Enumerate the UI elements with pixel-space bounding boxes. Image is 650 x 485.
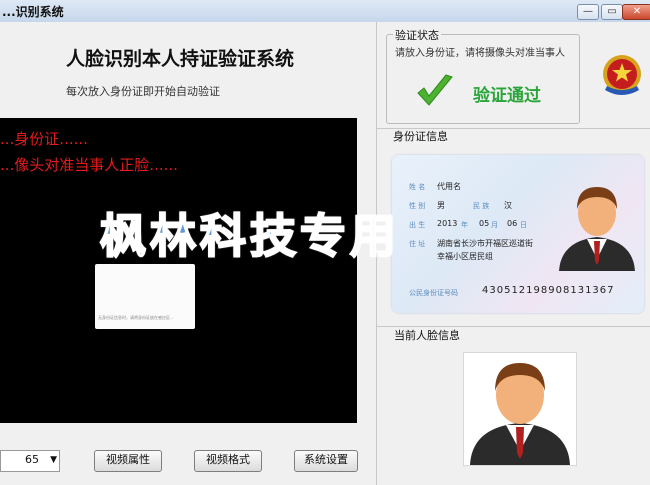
face-section-label: 当前人脸信息 (394, 329, 460, 342)
watermark: 枫林科技专用 (99, 208, 400, 264)
birth-day: 06 (507, 219, 518, 228)
minimize-button[interactable]: — (577, 4, 599, 20)
ethnicity-value: 汉 (504, 201, 512, 210)
maximize-button[interactable]: ▭ (601, 4, 623, 20)
police-emblem-icon (603, 55, 641, 95)
camera-select[interactable]: 65 ▼ (0, 450, 60, 472)
day-unit: 日 (520, 221, 527, 229)
name-value: 代用名 (437, 182, 461, 191)
title-bar: ...识别系统 — ▭ ✕ (0, 0, 650, 23)
id-number-label: 公民身份证号码 (409, 289, 458, 297)
verification-result: 验证通过 (473, 86, 541, 106)
status-message: 请放入身份证，请将摄像头对准当事人 (395, 48, 565, 59)
status-group-label: 验证状态 (393, 27, 441, 43)
window-title: ...识别系统 (2, 5, 64, 19)
page-title: 人脸识别本人持证验证系统 (65, 48, 294, 70)
check-icon (417, 74, 453, 106)
video-properties-button[interactable]: 视频属性 (94, 450, 162, 472)
card-small-text: 无身份证信息时，请将身份证放在感应区... (98, 315, 174, 320)
birth-month: 05 (479, 219, 490, 228)
close-button[interactable]: ✕ (622, 4, 650, 20)
id-number-value: 430512198908131367 (482, 285, 615, 296)
id-card-in-frame: 无身份证信息时，请将身份证放在感应区... (95, 264, 195, 329)
address-line-2: 幸福小区居民组 (437, 252, 493, 261)
current-face-image (463, 352, 577, 466)
gender-label: 性 别 (409, 202, 426, 210)
gender-value: 男 (437, 201, 445, 210)
year-unit: 年 (461, 221, 468, 229)
address-label: 住 址 (409, 240, 426, 248)
page-subtitle: 每次放入身份证即开始自动验证 (66, 85, 220, 98)
camera-preview: ...身份证...... ...像头对准当事人正脸...... 无身份证信息时，… (0, 118, 357, 423)
chevron-down-icon: ▼ (50, 455, 57, 465)
prompt-line-1: ...身份证...... (0, 130, 88, 148)
video-format-button[interactable]: 视频格式 (194, 450, 262, 472)
month-unit: 月 (491, 221, 498, 229)
address-line-1: 湖南省长沙市开福区巡道街 (437, 239, 533, 248)
id-photo-avatar-icon (559, 187, 635, 271)
prompt-line-2: ...像头对准当事人正脸...... (0, 156, 178, 174)
verification-status-group: 验证状态 请放入身份证，请将摄像头对准当事人 验证通过 (386, 27, 580, 124)
id-card: 姓 名 代用名 性 别 男 民 族 汉 出 生 2013 年 05 月 06 日… (392, 155, 644, 313)
system-settings-button[interactable]: 系统设置 (294, 450, 358, 472)
face-avatar-icon (470, 363, 570, 465)
ethnicity-label: 民 族 (473, 202, 490, 210)
camera-select-value: 65 (25, 453, 39, 466)
id-section-label: 身份证信息 (393, 130, 448, 143)
name-label: 姓 名 (409, 183, 426, 191)
birth-label: 出 生 (409, 221, 426, 229)
birth-year: 2013 (437, 219, 458, 228)
